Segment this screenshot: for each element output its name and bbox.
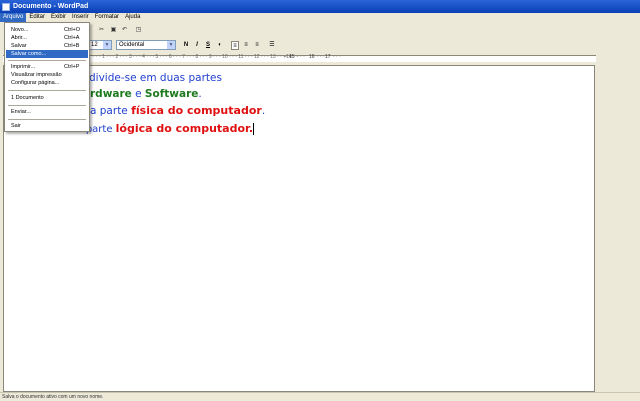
font-size-value: 12 (91, 42, 98, 48)
ruler-ticks: · · · (317, 54, 325, 60)
script-value: Ocidental (119, 42, 145, 48)
menu-item-configurar-pagina[interactable]: Configurar página... (6, 79, 88, 87)
cut-icon[interactable]: ✂ (97, 26, 106, 34)
doc-run: lógica do computador. (115, 122, 254, 135)
doc-run: e (131, 88, 145, 100)
standard-toolbar: ✂ ▣ ↶ ◳ (0, 22, 640, 39)
format-toolbar: 12 ▼ Ocidental ▼ N I S ◐ ≡ ≡ ≡ ☰ (0, 38, 640, 53)
menu-item-abrir[interactable]: Abrir... Ctrl+A (6, 34, 88, 42)
menu-item-recent-document[interactable]: 1 Documento (6, 94, 88, 102)
paste-icon[interactable]: ▣ (109, 26, 118, 34)
doc-run: a parte (90, 105, 132, 117)
menu-item-visualizar-impressao[interactable]: Visualizar impressão (6, 71, 88, 79)
wordpad-app-icon[interactable] (2, 2, 10, 11)
file-menu-dropdown: Novo... Ctrl+O Abrir... Ctrl+A Salvar Ctrl+… (4, 22, 90, 132)
color-icon[interactable]: ◐ (216, 41, 224, 50)
menu-item-sair[interactable]: Sair (6, 122, 88, 130)
status-bar: Salva o documento ativo com um novo nome… (0, 392, 640, 400)
ruler-label-15: 15 (289, 54, 295, 60)
doc-run: divide-se em duas partes (89, 72, 222, 84)
ruler-label-16: 16 (309, 54, 315, 60)
menu-item-salvar[interactable]: Salvar Ctrl+B (6, 42, 88, 50)
menu-item-label: Imprimir... (11, 64, 36, 70)
italic-button[interactable]: I (193, 41, 201, 50)
menu-formatar[interactable]: Formatar (92, 13, 122, 22)
align-center-icon[interactable]: ≡ (242, 41, 250, 50)
menu-editar[interactable]: Editar (26, 13, 48, 22)
doc-run: física do computador (131, 104, 262, 117)
doc-line-1: divide-se em duas partes (89, 72, 222, 84)
menu-item-salvar-como[interactable]: Salvar como... (6, 50, 88, 58)
text-caret (253, 123, 255, 135)
menu-item-label: Visualizar impressão (11, 72, 62, 78)
menu-item-label: Novo... (11, 27, 29, 33)
window-background (596, 53, 640, 392)
ruler-ticks: · · · (333, 54, 341, 60)
chevron-down-icon[interactable]: ▼ (103, 41, 111, 49)
menu-item-novo[interactable]: Novo... Ctrl+O (6, 26, 88, 34)
menu-item-shortcut: Ctrl+P (64, 64, 80, 70)
align-left-icon[interactable]: ≡ (231, 41, 239, 50)
font-size-select[interactable]: 12 ▼ (88, 40, 112, 50)
doc-run: Software (144, 88, 199, 100)
menu-bar: Arquivo Editar Exibir Inserir Formatar A… (0, 13, 640, 22)
tab-marker-icon[interactable]: ⌐ (284, 55, 287, 60)
window-title: Documento - WordPad (13, 3, 89, 10)
script-select[interactable]: Ocidental ▼ (116, 40, 176, 50)
menu-item-label: Salvar (11, 43, 27, 49)
align-right-icon[interactable]: ≡ (253, 41, 261, 50)
doc-line-3: a parte física do computador. (90, 104, 265, 117)
menu-item-label: Sair (11, 123, 21, 129)
undo-icon[interactable]: ↶ (120, 26, 129, 34)
menu-item-label: Enviar... (11, 109, 31, 115)
status-text: Salva o documento ativo com um novo nome… (2, 394, 104, 400)
menu-item-shortcut: Ctrl+B (64, 43, 80, 49)
menu-divider (8, 60, 86, 61)
doc-run: rdware (90, 88, 132, 100)
chevron-down-icon[interactable]: ▼ (167, 41, 175, 49)
bullets-icon[interactable]: ☰ (268, 41, 276, 50)
underline-button[interactable]: S (204, 41, 212, 50)
doc-line-2: rdware e Software. (90, 88, 202, 100)
menu-item-label: Configurar página... (11, 80, 60, 86)
menu-item-label: 1 Documento (11, 95, 44, 101)
ruler-label-17: 17 (325, 54, 331, 60)
menu-arquivo[interactable]: Arquivo (0, 13, 27, 22)
menu-divider (8, 105, 86, 106)
menu-divider (8, 90, 86, 91)
bold-button[interactable]: N (182, 41, 190, 50)
menu-item-enviar[interactable]: Enviar... (6, 108, 88, 116)
menu-ajuda[interactable]: Ajuda (122, 13, 143, 22)
title-bar: Documento - WordPad (0, 0, 640, 13)
menu-exibir[interactable]: Exibir (48, 13, 69, 22)
ruler-ticks: · · · 1 · · · 2 · · · 3 · · · 4 · · · 5 … (93, 54, 298, 60)
menu-item-label: Abrir... (11, 35, 27, 41)
document-area[interactable]: divide-se em duas partes rdware e Softwa… (3, 65, 595, 392)
insert-object-icon[interactable]: ◳ (134, 26, 143, 34)
menu-item-label: Salvar como... (11, 51, 47, 57)
doc-run: . (261, 105, 266, 117)
menu-item-shortcut: Ctrl+O (64, 27, 81, 33)
menu-divider (8, 119, 86, 120)
menu-item-shortcut: Ctrl+A (64, 35, 80, 41)
menu-inserir[interactable]: Inserir (69, 13, 92, 22)
menu-item-imprimir[interactable]: Imprimir... Ctrl+P (6, 63, 88, 71)
ruler-ticks: · · · (297, 54, 305, 60)
doc-run: . (198, 88, 202, 100)
